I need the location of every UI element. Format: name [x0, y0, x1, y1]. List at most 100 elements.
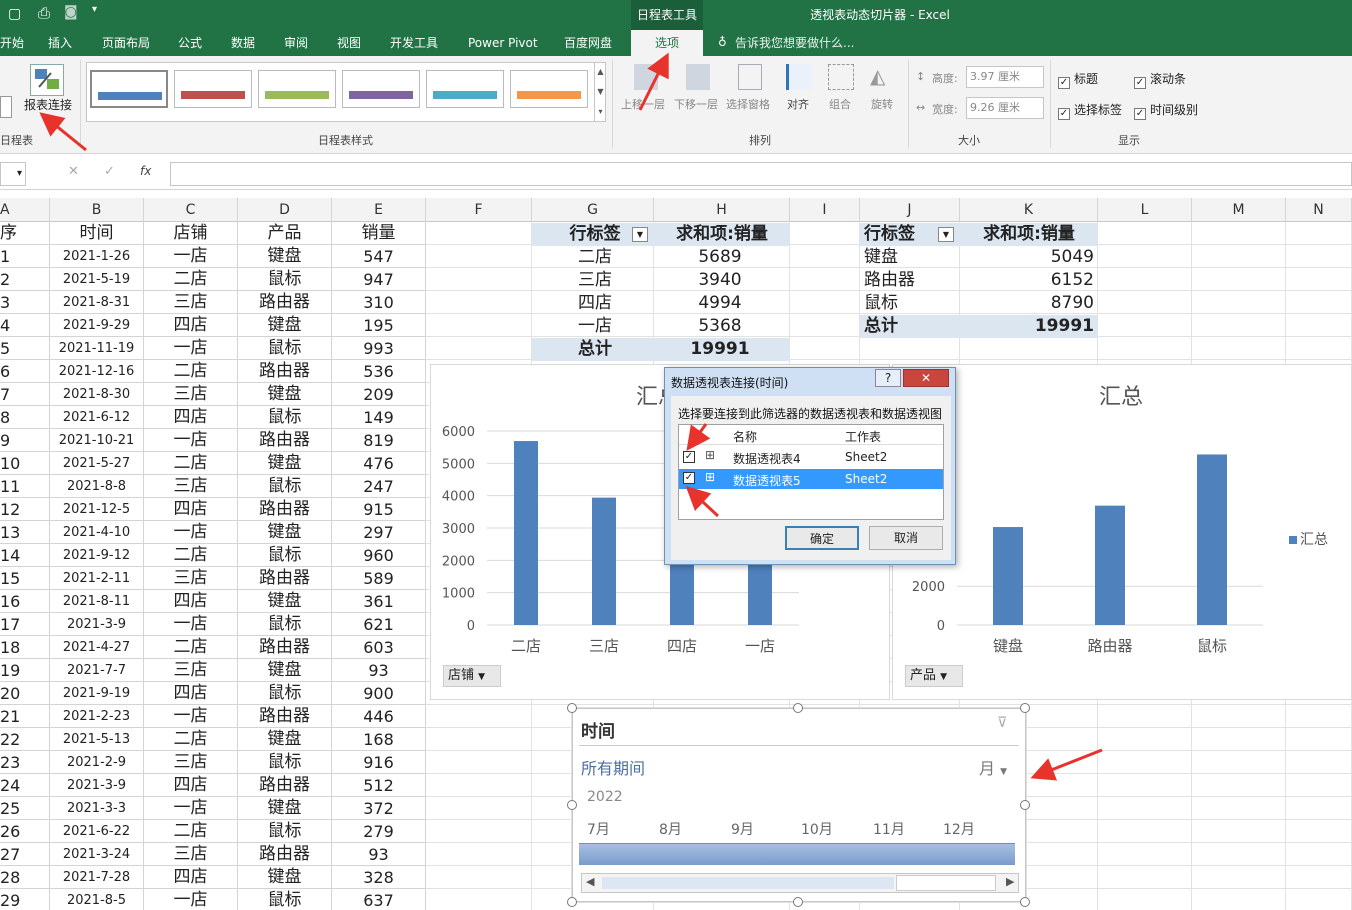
table-cell[interactable]: 2021-4-27	[50, 636, 144, 659]
column-header-N[interactable]: N	[1286, 198, 1352, 222]
table-cell[interactable]: 二店	[144, 636, 238, 659]
table-cell[interactable]: 鼠标	[238, 682, 332, 705]
table-cell[interactable]: 2021-6-12	[50, 406, 144, 429]
resize-handle[interactable]	[1020, 703, 1030, 713]
timeline-style-2[interactable]	[174, 70, 252, 108]
table-cell[interactable]: 一店	[144, 797, 238, 820]
table-cell[interactable]: 路由器	[238, 774, 332, 797]
table-cell[interactable]: 2021-12-5	[50, 498, 144, 521]
table-cell[interactable]: 819	[332, 429, 426, 452]
table-cell[interactable]: 三店	[144, 383, 238, 406]
bar-二店[interactable]	[514, 441, 538, 625]
table-cell[interactable]: 一店	[144, 705, 238, 728]
resize-handle[interactable]	[1020, 897, 1030, 907]
bar-三店[interactable]	[592, 497, 616, 625]
timeline-style-6[interactable]	[510, 70, 588, 108]
table-cell[interactable]: 路由器	[238, 843, 332, 866]
table-cell[interactable]: 17	[0, 613, 50, 636]
tab-formulas[interactable]: 公式	[178, 30, 202, 56]
table-cell[interactable]: 209	[332, 383, 426, 406]
group-icon[interactable]	[828, 64, 854, 90]
table-cell[interactable]: 路由器	[238, 429, 332, 452]
name-box[interactable]: ▾	[0, 162, 26, 186]
pivot-value[interactable]: 8790	[960, 292, 1098, 315]
chart-product[interactable]: 汇总 0 2000 键盘 路由器 鼠标 汇总 产品 ▼	[892, 364, 1352, 700]
checkbox-time-level-mark[interactable]: ✓	[1134, 108, 1146, 120]
table-header-cell[interactable]: 销量	[332, 222, 426, 245]
bar-鼠标[interactable]	[1197, 454, 1227, 625]
cancel-icon[interactable]: ✕	[68, 164, 79, 179]
table-cell[interactable]: 2021-9-29	[50, 314, 144, 337]
timeline-scrollbar[interactable]: ◀ ▶	[581, 873, 1019, 893]
column-header-H[interactable]: H	[654, 198, 790, 222]
cancel-button[interactable]: 取消	[869, 526, 943, 550]
table-cell[interactable]: 297	[332, 521, 426, 544]
table-cell[interactable]: 一店	[144, 521, 238, 544]
table-cell[interactable]: 1	[0, 245, 50, 268]
table-cell[interactable]: 27	[0, 843, 50, 866]
report-connections-icon[interactable]	[30, 64, 64, 96]
tab-data[interactable]: 数据	[231, 30, 255, 56]
table-cell[interactable]: 8	[0, 406, 50, 429]
field-button-product[interactable]: 产品 ▼	[905, 665, 963, 687]
scroll-left-icon[interactable]: ◀	[586, 875, 594, 888]
table-cell[interactable]: 一店	[144, 337, 238, 360]
column-header-B[interactable]: B	[50, 198, 144, 222]
table-cell[interactable]: 2021-5-19	[50, 268, 144, 291]
table-cell[interactable]: 2021-6-22	[50, 820, 144, 843]
table-cell[interactable]: 2021-9-19	[50, 682, 144, 705]
table-cell[interactable]: 键盘	[238, 521, 332, 544]
table-cell[interactable]: 5	[0, 337, 50, 360]
table-cell[interactable]: 鼠标	[238, 337, 332, 360]
table-cell[interactable]: 2021-3-9	[50, 774, 144, 797]
timeline-month-9[interactable]: 9月	[731, 819, 754, 839]
save-icon[interactable]: ▢	[8, 6, 21, 22]
column-header-I[interactable]: I	[790, 198, 860, 222]
dialog-close-button[interactable]: ✕	[903, 369, 949, 387]
table-cell[interactable]: 鼠标	[238, 820, 332, 843]
table-cell[interactable]: 18	[0, 636, 50, 659]
table-cell[interactable]: 2021-4-10	[50, 521, 144, 544]
table-cell[interactable]: 四店	[144, 866, 238, 889]
table-cell[interactable]: 24	[0, 774, 50, 797]
height-input[interactable]: 3.97 厘米	[966, 66, 1044, 88]
table-cell[interactable]: 鼠标	[238, 889, 332, 910]
tab-review[interactable]: 审阅	[284, 30, 308, 56]
selection-pane-icon[interactable]	[738, 64, 762, 90]
send-backward-icon[interactable]	[686, 64, 710, 90]
table-header-cell[interactable]: 时间	[50, 222, 144, 245]
enter-icon[interactable]: ✓	[104, 164, 115, 179]
column-header-J[interactable]: J	[860, 198, 960, 222]
timeline-month-7[interactable]: 7月	[587, 819, 610, 839]
table-cell[interactable]: 900	[332, 682, 426, 705]
table-cell[interactable]: 2021-11-19	[50, 337, 144, 360]
table-cell[interactable]: 16	[0, 590, 50, 613]
clear-filter-icon[interactable]: ⊽	[997, 715, 1007, 731]
report-connections-button[interactable]: 报表连接	[24, 96, 72, 113]
checkbox-selection-label[interactable]: ✓ 选择标签	[1058, 101, 1122, 120]
resize-handle[interactable]	[793, 897, 803, 907]
checkbox-selection-label-mark[interactable]: ✓	[1058, 108, 1070, 120]
column-header-C[interactable]: C	[144, 198, 238, 222]
filter-dropdown-icon[interactable]: ▼	[632, 227, 648, 242]
table-cell[interactable]: 四店	[144, 682, 238, 705]
table-cell[interactable]: 二店	[144, 820, 238, 843]
table-cell[interactable]: 12	[0, 498, 50, 521]
filter-dropdown-icon[interactable]: ▼	[938, 227, 954, 242]
table-header-cell[interactable]: 产品	[238, 222, 332, 245]
gallery-scroll[interactable]: ▲ ▼ ▾	[594, 62, 606, 122]
table-cell[interactable]: 路由器	[238, 291, 332, 314]
insert-function-icon[interactable]: fx	[140, 164, 151, 178]
width-input[interactable]: 9.26 厘米	[966, 97, 1044, 119]
table-cell[interactable]: 310	[332, 291, 426, 314]
table-cell[interactable]: 2021-12-16	[50, 360, 144, 383]
table-cell[interactable]: 2021-5-27	[50, 452, 144, 475]
tab-power-pivot[interactable]: Power Pivot	[468, 30, 538, 56]
table-cell[interactable]: 四店	[144, 774, 238, 797]
tab-options[interactable]: 选项	[631, 30, 703, 56]
pivot-row-label[interactable]: 三店	[532, 269, 654, 292]
pivot-row-label[interactable]: 鼠标	[860, 292, 960, 315]
timeline-month-8[interactable]: 8月	[659, 819, 682, 839]
bar-路由器[interactable]	[1095, 505, 1125, 625]
table-cell[interactable]: 3	[0, 291, 50, 314]
